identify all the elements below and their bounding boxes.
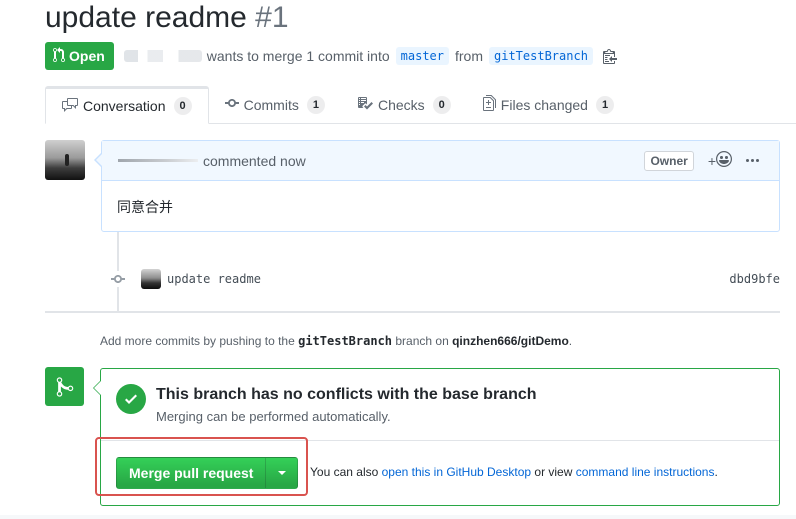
open-in-desktop-link[interactable]: open this in GitHub Desktop — [382, 465, 531, 479]
checklist-icon — [357, 95, 373, 114]
avatar[interactable] — [45, 140, 85, 180]
smiley-icon — [716, 151, 732, 170]
push-hint-repo: qinzhen666/gitDemo — [452, 334, 569, 348]
comment-discussion-icon — [62, 97, 78, 116]
merge-method-dropdown[interactable] — [265, 458, 297, 488]
tab-conversation[interactable]: Conversation 0 — [45, 86, 209, 124]
merge-description: wants to merge 1 commit into — [206, 48, 390, 64]
pr-number[interactable]: #1 — [255, 1, 288, 34]
pr-title-text: update readme — [45, 1, 247, 34]
tab-label: Files changed — [500, 96, 588, 113]
author-name-redacted[interactable] — [123, 50, 202, 62]
kebab-horizontal-icon[interactable] — [746, 153, 759, 169]
commenter-name-redacted[interactable] — [118, 159, 198, 162]
file-diff-icon — [482, 95, 496, 114]
git-merge-icon — [45, 367, 84, 406]
status-badge-label: Open — [69, 48, 105, 64]
tab-checks[interactable]: Checks 0 — [341, 86, 467, 123]
clipboard-icon[interactable] — [602, 48, 617, 64]
tab-counter: 1 — [306, 95, 325, 114]
caret-down-icon — [277, 471, 286, 475]
pull-request-page: update readme #1 Open wants to merge 1 c… — [0, 0, 796, 519]
from-label: from — [455, 48, 483, 64]
tab-files-changed[interactable]: Files changed 1 — [467, 86, 630, 123]
merge-panel: This branch has no conflicts with the ba… — [93, 368, 780, 506]
command-line-instructions-link[interactable]: command line instructions — [576, 465, 715, 479]
commit-item: update readme dbd9bfe — [110, 268, 780, 290]
comment-timestamp[interactable]: commented now — [203, 153, 306, 169]
owner-label: Owner — [644, 150, 694, 171]
pr-meta: Open wants to merge 1 commit into master… — [45, 42, 617, 70]
push-hint-suffix: . — [568, 334, 573, 348]
push-hint-prefix: Add more commits by pushing to the — [100, 334, 295, 348]
comment: commented now Owner + 同意合并 — [94, 140, 780, 232]
page-title: update readme #1 — [45, 0, 289, 38]
alt-prefix: You can also — [310, 465, 379, 479]
tab-label: Commits — [243, 96, 299, 113]
head-branch-tag[interactable]: gitTestBranch — [489, 47, 593, 65]
check-icon — [116, 384, 146, 414]
add-reaction-button[interactable]: + — [708, 151, 732, 170]
push-hint: Add more commits by pushing to the gitTe… — [100, 334, 572, 348]
pr-tabs: Conversation 0 Commits 1 Checks 0 Files … — [45, 86, 796, 124]
comment-body: 同意合并 — [117, 200, 173, 216]
push-hint-middle: branch on — [395, 334, 449, 348]
push-hint-branch: gitTestBranch — [298, 334, 393, 348]
alt-middle: or view — [534, 465, 573, 479]
tab-commits[interactable]: Commits 1 — [209, 86, 341, 123]
merge-status-subtitle: Merging can be performed automatically. — [156, 409, 391, 424]
timeline-separator — [45, 311, 780, 313]
avatar-figure — [65, 154, 69, 166]
merge-status-title: This branch has no conflicts with the ba… — [156, 386, 537, 403]
status-badge: Open — [45, 42, 114, 70]
page-bottom-edge — [0, 515, 796, 519]
merge-alternatives: You can also open this in GitHub Desktop… — [310, 465, 718, 479]
pull-request-icon — [53, 46, 65, 66]
commit-avatar[interactable] — [141, 269, 161, 289]
merge-button-group: Merge pull request — [116, 457, 299, 489]
merge-status: This branch has no conflicts with the ba… — [101, 369, 779, 441]
tab-label: Checks — [377, 96, 425, 113]
tab-counter: 0 — [173, 97, 192, 115]
commit-message[interactable]: update readme — [167, 272, 261, 286]
alt-suffix: . — [714, 465, 718, 479]
plus-label: + — [707, 152, 716, 169]
base-branch-tag[interactable]: master — [395, 47, 449, 65]
git-commit-icon — [224, 95, 239, 114]
tab-counter: 1 — [595, 95, 615, 114]
merge-actions: Merge pull request You can also open thi… — [101, 441, 779, 505]
comment-header: commented now Owner + — [102, 141, 779, 181]
tab-label: Conversation — [83, 98, 166, 114]
git-commit-icon — [110, 271, 126, 287]
merge-pull-request-button[interactable]: Merge pull request — [117, 458, 265, 488]
tab-counter: 0 — [432, 95, 451, 114]
commit-sha[interactable]: dbd9bfe — [729, 272, 780, 286]
